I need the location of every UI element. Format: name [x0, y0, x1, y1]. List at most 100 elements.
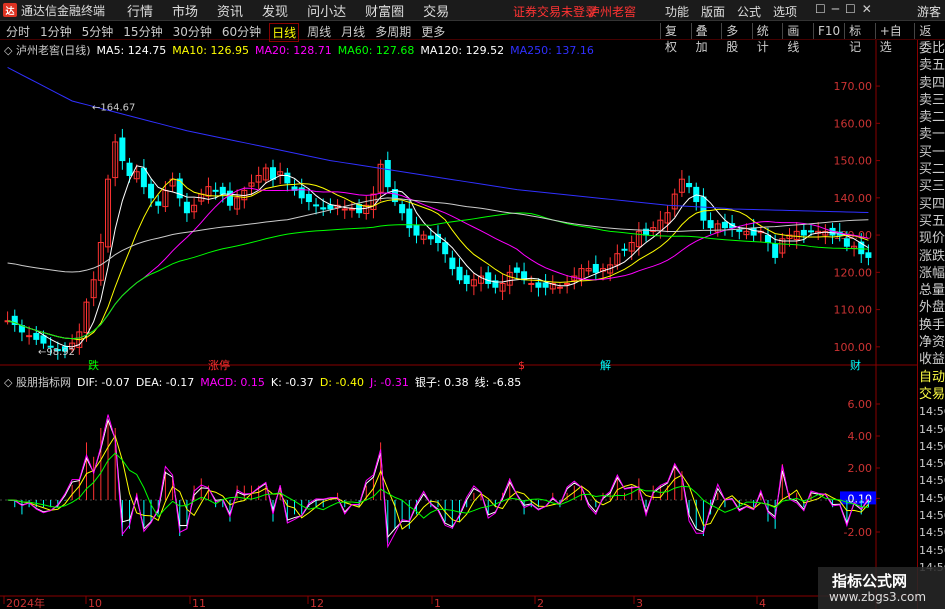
title-stock-name: 泸州老窖	[588, 5, 637, 19]
price-header: ◇ 泸州老窖(日线) MA5: 124.75 MA10: 126.95 MA20: 1…	[4, 42, 600, 58]
j-line	[7, 414, 869, 549]
candle-body	[320, 207, 327, 210]
event-marker-0: 跌	[88, 358, 99, 372]
menu-news[interactable]: 资讯	[217, 1, 243, 20]
menu-layout[interactable]: 版面	[701, 3, 725, 20]
indicator-label-3: K: -0.37	[270, 376, 314, 389]
candle-body	[513, 267, 520, 273]
tool-multi[interactable]: 多股	[721, 23, 752, 54]
candle-body	[148, 183, 155, 199]
right-menu: 功能 版面 公式 选项	[665, 3, 797, 20]
ma-label-3: MA60: 127.68	[337, 44, 415, 57]
side-label-23: 14:56	[919, 439, 945, 453]
side-label-26: 14:56	[919, 491, 945, 505]
candle-body	[542, 282, 549, 288]
side-label-21: 14:56	[919, 405, 945, 419]
price-tick-label-3: 140.00	[834, 192, 873, 205]
side-label-18: 收益	[919, 352, 945, 368]
candle-body	[750, 227, 757, 236]
tool-back[interactable]: 返回	[914, 23, 945, 54]
side-label-5: 卖一	[919, 127, 945, 143]
side-label-17: 净资	[919, 335, 945, 351]
side-label-9: 买四	[919, 196, 945, 212]
tool-overlay[interactable]: 叠加	[690, 23, 722, 54]
d-line	[7, 434, 869, 530]
guest-login[interactable]: 游客	[917, 3, 941, 20]
side-label-6: 买一	[919, 144, 945, 160]
ma-label-5: MA250: 137.16	[510, 44, 594, 57]
candle-body	[155, 201, 162, 206]
maximize-icon[interactable]: ☐	[845, 2, 856, 16]
tool-add-favorite[interactable]: +自选	[874, 23, 915, 54]
candle-body	[700, 196, 707, 221]
minimize-icon[interactable]: ─	[832, 2, 839, 16]
top-menu: 行情 市场 资讯 发现 问小达 财富圈 交易	[127, 1, 449, 20]
price-tick-label-2: 150.00	[834, 155, 873, 168]
site-watermark: 指标公式网 www.zbgs3.com	[818, 567, 945, 609]
candle-body	[764, 234, 771, 244]
low-annotation: ←98.92	[38, 347, 75, 358]
side-label-1: 卖五	[919, 58, 945, 74]
candle-body	[327, 204, 334, 210]
price-tick-label-6: 110.00	[834, 304, 873, 317]
candle-body	[219, 186, 226, 195]
side-label-12: 涨跌	[919, 248, 945, 264]
candle-body	[686, 182, 693, 188]
high-annotation: ←164.67	[92, 103, 135, 114]
candle-body	[126, 162, 133, 176]
date-label-7: 4	[759, 597, 766, 609]
tool-draw[interactable]: 画线	[782, 23, 813, 54]
price-series-name: ◇ 泸州老窖(日线)	[4, 44, 91, 57]
tool-stats[interactable]: 统计	[751, 23, 783, 54]
quote-side-panel: 委比 卖五 卖四 卖三 卖二 卖一 买一 买二 买三 买四 买五 现价 涨跌 涨幅 总量 外盘 换手 净资 收益 自动…	[917, 40, 945, 609]
candle-body	[140, 167, 147, 188]
side-label-13: 涨幅	[919, 265, 945, 281]
side-label-14: 总量	[919, 283, 945, 299]
indicator-name: ◇ 股朋指标网	[4, 376, 71, 389]
candle-body	[183, 201, 190, 214]
ind-tick-label-1: 4.00	[848, 430, 873, 443]
candle-body	[284, 172, 291, 184]
candle-body	[528, 283, 535, 285]
ma-label-0: MA5: 124.75	[96, 44, 167, 57]
menu-function[interactable]: 功能	[665, 3, 689, 20]
tool-f10[interactable]: F10	[812, 23, 844, 39]
candle-body	[800, 229, 807, 236]
window-buttons: ☐ ─ ☐ ✕	[815, 2, 872, 16]
menu-ask[interactable]: 问小达	[307, 1, 346, 20]
ind-tick-label-4: -2.00	[844, 526, 872, 539]
side-label-11: 现价	[919, 231, 945, 247]
menu-options[interactable]: 选项	[773, 3, 797, 20]
menu-trade[interactable]: 交易	[423, 1, 449, 20]
ma-label-4: MA120: 129.52	[420, 44, 505, 57]
login-warning[interactable]: 证券交易未登录	[513, 3, 597, 20]
candle-body	[212, 189, 219, 192]
menu-discover[interactable]: 发现	[262, 1, 288, 20]
price-tick-label-5: 120.00	[834, 266, 873, 279]
date-label-0: 2024年	[6, 596, 45, 609]
side-label-3: 卖三	[919, 92, 945, 108]
close-icon[interactable]: ✕	[862, 2, 872, 16]
tool-mark[interactable]: 标记	[844, 23, 875, 54]
tool-adjust[interactable]: 复权	[660, 23, 691, 54]
candle-body	[808, 230, 815, 233]
kline-chart[interactable]: 170.00160.00150.00140.00130.00120.00110.…	[0, 40, 917, 609]
side-label-25: 14:56	[919, 474, 945, 488]
candle-body	[33, 332, 40, 340]
candle-body	[399, 204, 406, 214]
menu-formula[interactable]: 公式	[737, 3, 761, 20]
menu-market[interactable]: 市场	[172, 1, 198, 20]
side-label-29: 14:56	[919, 543, 945, 557]
candle-body	[463, 275, 470, 284]
candle-body	[413, 225, 420, 236]
menu-quotes[interactable]: 行情	[127, 1, 153, 20]
date-label-5: 2	[537, 597, 544, 609]
candle-body	[736, 229, 743, 232]
side-label-20: 交易	[919, 386, 945, 402]
date-label-6: 3	[636, 597, 643, 609]
candle-body	[384, 160, 391, 188]
candle-body	[621, 248, 628, 251]
menu-wealth[interactable]: 财富圈	[365, 1, 404, 20]
app-title: 通达信金融终端	[21, 3, 106, 18]
restore-icon[interactable]: ☐	[815, 2, 826, 16]
